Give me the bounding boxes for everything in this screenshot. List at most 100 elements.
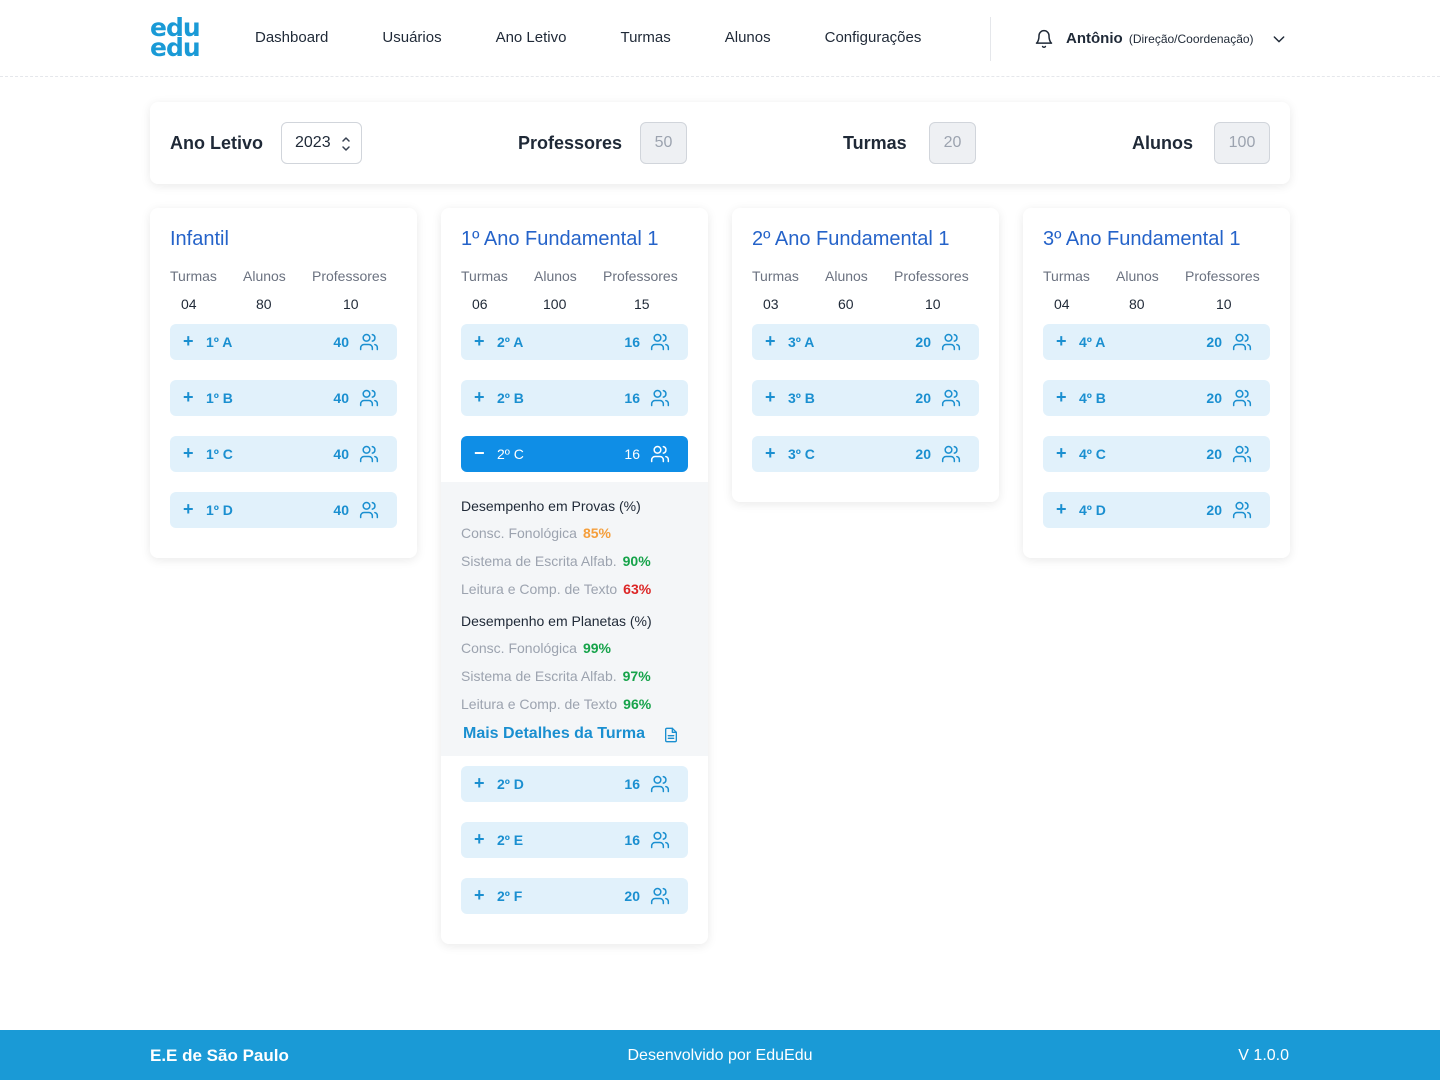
turma-count: 16	[624, 334, 640, 350]
grade-card-1-ano: 1º Ano Fundamental 1 Turmas Alunos Profe…	[441, 208, 708, 944]
nav-alunos[interactable]: Alunos	[725, 29, 771, 46]
users-icon	[1232, 389, 1252, 407]
turma-row-3b[interactable]: + 3º B 20	[752, 380, 979, 416]
turma-row-1a[interactable]: + 1º A 40	[170, 324, 397, 360]
metric-value: 90%	[622, 553, 651, 569]
users-icon	[1232, 501, 1252, 519]
plus-icon: +	[765, 443, 776, 463]
stat-alunos-value: 60	[838, 296, 854, 312]
turma-count: 20	[1206, 446, 1222, 462]
app-version: V 1.0.0	[1238, 1047, 1289, 1064]
users-icon	[359, 501, 379, 519]
turma-count: 20	[915, 446, 931, 462]
grade-card-infantil: Infantil Turmas Alunos Professores 04 80…	[150, 208, 417, 558]
stat-alunos-label: Alunos	[1116, 268, 1159, 284]
turma-row-2d[interactable]: + 2º D 16	[461, 766, 688, 802]
turma-name: 3º B	[788, 390, 815, 406]
nav-dashboard[interactable]: Dashboard	[255, 29, 328, 46]
turma-name: 4º B	[1079, 390, 1106, 406]
chevron-down-icon[interactable]	[1271, 31, 1287, 47]
stat-turmas-value: 03	[763, 296, 779, 312]
metric-value: 63%	[623, 581, 652, 597]
plus-icon: +	[474, 829, 485, 849]
stat-turmas-value: 04	[181, 296, 197, 312]
turma-row-3c[interactable]: + 3º C 20	[752, 436, 979, 472]
ano-letivo-select[interactable]: 2023	[281, 122, 362, 164]
turma-row-3a[interactable]: + 3º A 20	[752, 324, 979, 360]
turma-name: 2º E	[497, 832, 524, 848]
turma-row-4b[interactable]: + 4º B 20	[1043, 380, 1270, 416]
turma-row-2a[interactable]: + 2º A 16	[461, 324, 688, 360]
turma-name: 1º C	[206, 446, 233, 462]
turma-count: 40	[333, 390, 349, 406]
turma-row-4c[interactable]: + 4º C 20	[1043, 436, 1270, 472]
metric-label: Sistema de Escrita Alfab.	[461, 553, 617, 569]
planetas-row: Leitura e Comp. de Texto 96%	[461, 696, 651, 712]
turma-name: 4º D	[1079, 502, 1106, 518]
stat-professores-label: Professores	[603, 268, 678, 284]
bell-icon[interactable]	[1034, 28, 1054, 50]
turma-name: 4º C	[1079, 446, 1106, 462]
nav-usuarios[interactable]: Usuários	[382, 29, 441, 46]
turma-name: 2º A	[497, 334, 524, 350]
turma-row-2c-expanded[interactable]: − 2º C 16	[461, 436, 688, 472]
turma-name: 2º C	[497, 446, 524, 462]
plus-icon: +	[765, 387, 776, 407]
turma-row-4a[interactable]: + 4º A 20	[1043, 324, 1270, 360]
turma-row-4d[interactable]: + 4º D 20	[1043, 492, 1270, 528]
stat-turmas-value: 06	[472, 296, 488, 312]
card-title: Infantil	[170, 228, 229, 250]
turma-row-1c[interactable]: + 1º C 40	[170, 436, 397, 472]
stat-turmas-label: Turmas	[170, 268, 217, 284]
turma-row-2e[interactable]: + 2º E 16	[461, 822, 688, 858]
turma-count: 40	[333, 502, 349, 518]
plus-icon: +	[765, 331, 776, 351]
plus-icon: +	[1056, 443, 1067, 463]
nav-configuracoes[interactable]: Configurações	[825, 29, 922, 46]
plus-icon: +	[183, 387, 194, 407]
stat-turmas-value: 04	[1054, 296, 1070, 312]
grade-card-3-ano: 3º Ano Fundamental 1 Turmas Alunos Profe…	[1023, 208, 1290, 558]
stat-professores-value: 10	[925, 296, 941, 312]
users-icon	[941, 333, 961, 351]
turma-name: 3º A	[788, 334, 815, 350]
users-icon	[650, 389, 670, 407]
turma-row-1b[interactable]: + 1º B 40	[170, 380, 397, 416]
users-icon	[650, 333, 670, 351]
logo-text-bottom: edu	[150, 33, 201, 62]
stat-alunos-value: 100	[543, 296, 567, 312]
turma-name: 2º B	[497, 390, 524, 406]
professores-count-field: 50	[640, 122, 687, 164]
stat-professores-value: 10	[1216, 296, 1232, 312]
grade-card-2-ano: 2º Ano Fundamental 1 Turmas Alunos Profe…	[732, 208, 999, 502]
turma-count: 20	[915, 390, 931, 406]
turma-name: 1º A	[206, 334, 233, 350]
document-icon[interactable]	[663, 726, 679, 744]
metric-label: Sistema de Escrita Alfab.	[461, 668, 617, 684]
turma-name: 4º A	[1079, 334, 1106, 350]
alunos-label: Alunos	[1132, 133, 1193, 153]
turma-row-1d[interactable]: + 1º D 40	[170, 492, 397, 528]
turma-name: 2º D	[497, 776, 524, 792]
stat-alunos-value: 80	[256, 296, 272, 312]
turma-count: 20	[624, 888, 640, 904]
nav-ano-letivo[interactable]: Ano Letivo	[496, 29, 567, 46]
stat-professores-label: Professores	[312, 268, 387, 284]
turma-count: 40	[333, 334, 349, 350]
mais-detalhes-link[interactable]: Mais Detalhes da Turma	[463, 725, 645, 743]
provas-row: Leitura e Comp. de Texto 63%	[461, 581, 651, 597]
plus-icon: +	[474, 331, 485, 351]
stat-alunos-label: Alunos	[534, 268, 577, 284]
planetas-title: Desempenho em Planetas (%)	[461, 613, 652, 629]
turma-row-2b[interactable]: + 2º B 16	[461, 380, 688, 416]
turma-count: 16	[624, 832, 640, 848]
turma-row-2f[interactable]: + 2º F 20	[461, 878, 688, 914]
stat-turmas-label: Turmas	[461, 268, 508, 284]
user-role: (Direção/Coordenação)	[1128, 32, 1254, 46]
nav-turmas[interactable]: Turmas	[620, 29, 670, 46]
users-icon	[359, 445, 379, 463]
users-icon	[941, 389, 961, 407]
stat-professores-label: Professores	[894, 268, 969, 284]
user-menu[interactable]: Antônio (Direção/Coordenação)	[1066, 30, 1254, 47]
eduedu-logo[interactable]: edu edu	[150, 15, 202, 62]
